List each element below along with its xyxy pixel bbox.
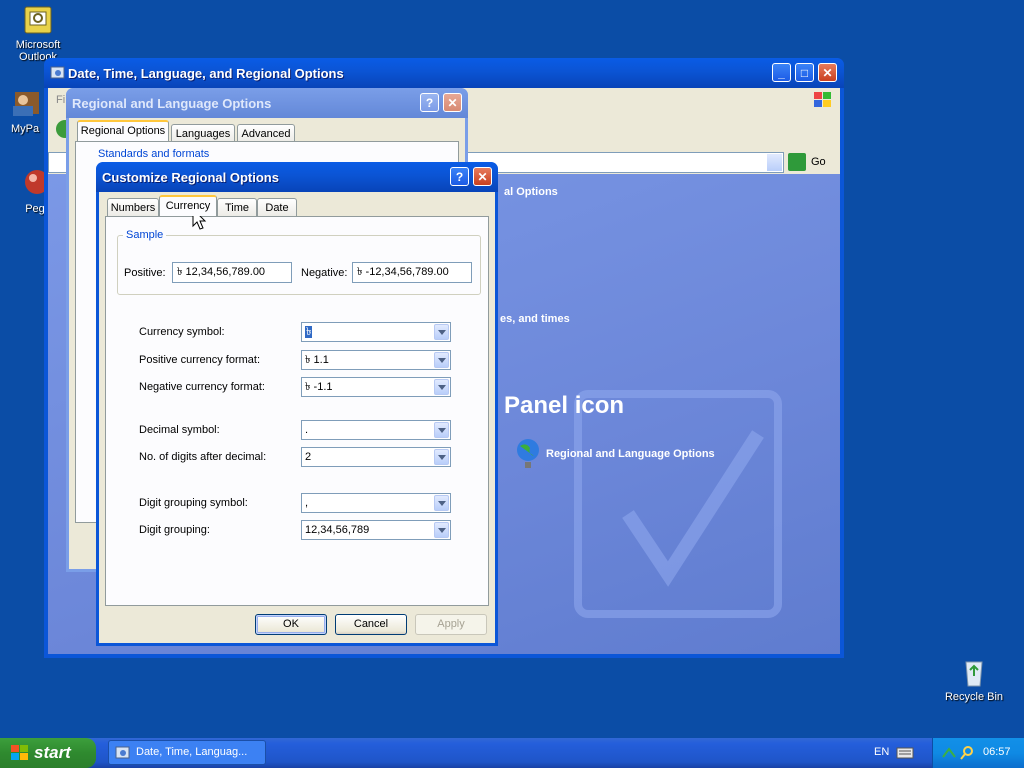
currency-symbol-select[interactable]: ৳ — [301, 322, 451, 342]
regional-dialog-title: Regional and Language Options — [72, 96, 272, 111]
windows-flag-icon — [11, 745, 28, 760]
negative-format-select[interactable]: ৳ -1.1 — [301, 377, 451, 397]
desktop-icon-label: Recycle Bin — [944, 691, 1004, 703]
decimal-symbol-label: Decimal symbol: — [139, 424, 220, 436]
panel-heading: Panel icon — [504, 392, 625, 419]
chevron-down-icon[interactable] — [434, 449, 449, 465]
apply-button[interactable]: Apply — [415, 614, 487, 635]
digits-after-decimal-label: No. of digits after decimal: — [139, 451, 267, 463]
positive-label: Positive: — [124, 267, 166, 279]
network-icon[interactable] — [941, 745, 957, 761]
help-button[interactable]: ? — [450, 167, 469, 186]
grouping-symbol-value: , — [305, 497, 309, 509]
windows-logo-icon — [814, 92, 831, 107]
desktop-icon-label: MyPa — [10, 123, 40, 135]
minimize-button[interactable]: _ — [772, 63, 791, 82]
currency-tab-panel: Sample Positive: ৳ 12,34,56,789.00 Negat… — [105, 216, 489, 606]
control-panel-icon — [115, 746, 130, 759]
keyboard-icon[interactable] — [896, 746, 914, 760]
close-button[interactable]: ✕ — [443, 93, 462, 112]
start-label: start — [34, 743, 71, 762]
chevron-down-icon[interactable] — [434, 352, 449, 368]
cancel-button[interactable]: Cancel — [335, 614, 407, 635]
menu-file[interactable]: Fi — [56, 94, 65, 106]
digits-after-decimal-select[interactable]: 2 — [301, 447, 451, 467]
ok-button[interactable]: OK — [255, 614, 327, 635]
tab-time[interactable]: Time — [217, 198, 257, 216]
window-title: Date, Time, Language, and Regional Optio… — [68, 66, 344, 81]
sample-group-title: Sample — [123, 229, 167, 241]
globe-icon — [517, 439, 539, 468]
go-arrow-icon[interactable] — [788, 153, 806, 171]
control-panel-icon — [50, 66, 65, 79]
digit-grouping-label: Digit grouping: — [139, 524, 210, 536]
tab-numbers[interactable]: Numbers — [107, 198, 159, 216]
customize-dialog-body: Numbers Currency Time Date Sample Positi… — [99, 192, 495, 643]
tab-date[interactable]: Date — [257, 198, 297, 216]
recycle-bin-icon — [958, 656, 990, 688]
currency-symbol-label: Currency symbol: — [139, 326, 225, 338]
customize-dialog-titlebar[interactable]: Customize Regional Options ? ✕ — [96, 162, 498, 192]
desktop-icon-mypictures[interactable]: MyPa — [0, 88, 50, 135]
help-button[interactable]: ? — [420, 93, 439, 112]
regional-language-link[interactable]: Regional and Language Options — [546, 448, 715, 460]
my-pictures-icon — [9, 88, 41, 120]
task-link[interactable]: al Options — [504, 186, 558, 198]
start-button[interactable]: start — [0, 738, 96, 768]
positive-sample-field: ৳ 12,34,56,789.00 — [172, 262, 292, 283]
taskbar-item-control-panel[interactable]: Date, Time, Languag... — [108, 740, 266, 765]
desktop-icon-recycle-bin[interactable]: Recycle Bin — [936, 656, 1012, 703]
positive-format-value: ৳ 1.1 — [305, 354, 329, 366]
negative-sample-field: ৳ -12,34,56,789.00 — [352, 262, 472, 283]
chevron-down-icon[interactable] — [434, 522, 449, 538]
tab-currency[interactable]: Currency — [159, 195, 217, 216]
standards-group-title: Standards and formats — [98, 148, 210, 160]
chevron-down-icon[interactable] — [434, 379, 449, 395]
decimal-symbol-select[interactable]: . — [301, 420, 451, 440]
digit-grouping-select[interactable]: 12,34,56,789 — [301, 520, 451, 540]
search-icon[interactable] — [959, 745, 975, 761]
chevron-down-icon[interactable] — [434, 422, 449, 438]
decimal-symbol-value: . — [305, 424, 309, 436]
task-text[interactable]: es, and times — [500, 313, 570, 325]
chevron-down-icon[interactable] — [434, 495, 449, 511]
negative-label: Negative: — [301, 267, 348, 279]
customize-dialog: Customize Regional Options ? ✕ Numbers C… — [96, 162, 498, 646]
negative-format-value: ৳ -1.1 — [305, 381, 333, 393]
tab-advanced[interactable]: Advanced — [237, 124, 295, 142]
tab-languages[interactable]: Languages — [171, 124, 235, 142]
control-panel-titlebar[interactable]: Date, Time, Language, and Regional Optio… — [44, 58, 844, 88]
language-indicator[interactable]: EN — [874, 746, 889, 758]
close-button[interactable]: ✕ — [818, 63, 837, 82]
grouping-symbol-select[interactable]: , — [301, 493, 451, 513]
tab-regional-options[interactable]: Regional Options — [77, 120, 169, 141]
digits-after-decimal-value: 2 — [305, 451, 312, 463]
positive-format-select[interactable]: ৳ 1.1 — [301, 350, 451, 370]
chevron-down-icon[interactable] — [434, 324, 449, 340]
customize-dialog-title: Customize Regional Options — [102, 170, 279, 185]
address-dropdown-icon[interactable] — [767, 154, 782, 171]
grouping-symbol-label: Digit grouping symbol: — [139, 497, 248, 509]
regional-dialog-titlebar[interactable]: Regional and Language Options ? ✕ — [66, 88, 468, 118]
negative-format-label: Negative currency format: — [139, 381, 265, 393]
clock: 06:57 — [983, 746, 1011, 758]
system-tray: 06:57 — [932, 738, 1024, 768]
positive-format-label: Positive currency format: — [139, 354, 261, 366]
go-button[interactable]: Go — [811, 156, 826, 168]
digit-grouping-value: 12,34,56,789 — [305, 524, 370, 536]
maximize-button[interactable]: □ — [795, 63, 814, 82]
desktop-icon-outlook[interactable]: Microsoft Outlook — [0, 4, 76, 63]
outlook-icon — [22, 4, 54, 36]
taskbar: start Date, Time, Languag... EN 06:57 — [0, 738, 1024, 768]
taskbar-item-label: Date, Time, Languag... — [136, 746, 248, 758]
close-button[interactable]: ✕ — [473, 167, 492, 186]
currency-symbol-value: ৳ — [305, 326, 313, 338]
